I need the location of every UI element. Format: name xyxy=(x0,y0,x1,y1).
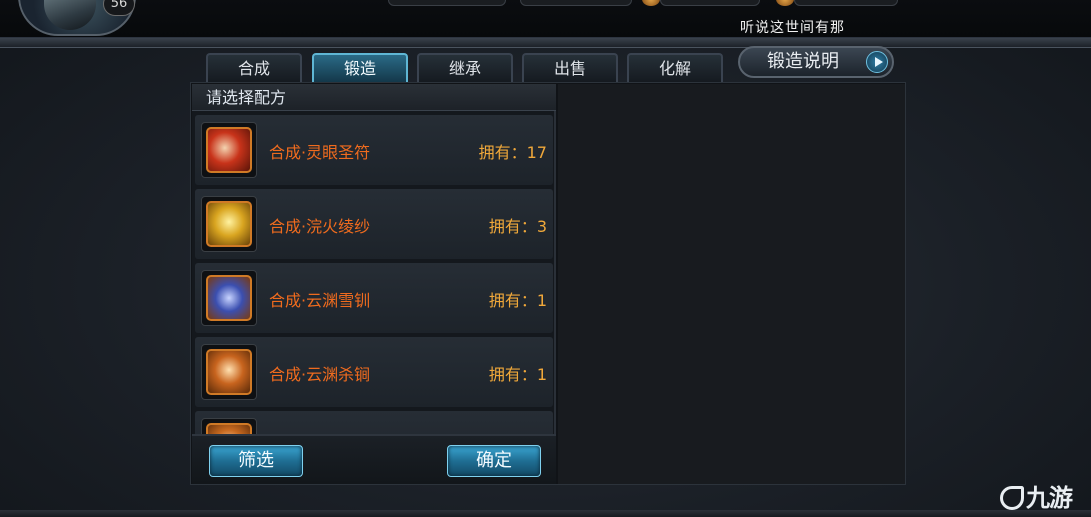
item-slot xyxy=(201,270,257,326)
resource-slot xyxy=(520,0,632,6)
recipe-name: 合成·灵眼圣符 xyxy=(269,143,371,162)
filter-button[interactable]: 筛选 xyxy=(209,445,303,477)
recipe-list-pane: 请选择配方 合成·灵眼圣符 拥有：17 合成·浣火绫纱 拥有：3 合成·云渊雪钏… xyxy=(192,84,556,484)
blue-scroll-icon xyxy=(206,275,252,321)
confirm-button[interactable]: 确定 xyxy=(447,445,541,477)
recipe-list-title: 请选择配方 xyxy=(192,84,556,111)
coin-icon xyxy=(642,0,660,6)
level-badge: 56 xyxy=(103,0,135,16)
watermark-text: 九游 xyxy=(1026,484,1073,512)
recipe-name: 合成·云渊杀锏 xyxy=(269,365,371,384)
recipe-item[interactable]: 合成·云渊杀锏 拥有：1 xyxy=(195,337,553,407)
gold-scroll-icon xyxy=(206,201,252,247)
recipe-item[interactable]: 合成·云渊雪钏 拥有：1 xyxy=(195,263,553,333)
tab-sell[interactable]: 出售 xyxy=(522,53,618,82)
header-divider xyxy=(0,38,1091,48)
forge-detail-pane xyxy=(558,84,905,484)
tab-synthesize[interactable]: 合成 xyxy=(206,53,302,82)
forge-panel: 请选择配方 合成·灵眼圣符 拥有：17 合成·浣火绫纱 拥有：3 合成·云渊雪钏… xyxy=(190,82,906,485)
watermark: 九游 xyxy=(1000,478,1073,513)
arrow-right-icon xyxy=(866,51,888,73)
item-slot xyxy=(201,418,257,434)
resource-slot xyxy=(660,0,760,6)
bottom-border xyxy=(0,510,1091,517)
tab-dissolve[interactable]: 化解 xyxy=(627,53,723,82)
recipe-actions: 筛选 确定 xyxy=(192,434,556,484)
top-hud: 56 听说这世间有那 xyxy=(0,0,1091,38)
red-talisman-icon xyxy=(206,127,252,173)
gold-ingot-icon xyxy=(776,0,794,6)
item-slot xyxy=(201,196,257,252)
recipe-list[interactable]: 合成·灵眼圣符 拥有：17 合成·浣火绫纱 拥有：3 合成·云渊雪钏 拥有：1 xyxy=(195,113,555,434)
recipe-item-partial[interactable] xyxy=(195,411,553,434)
orange-scroll-icon xyxy=(206,349,252,395)
resource-slot xyxy=(794,0,898,6)
tab-forge[interactable]: 锻造 xyxy=(312,53,408,82)
owned-count: 拥有：17 xyxy=(478,143,547,162)
owned-count: 拥有：1 xyxy=(488,365,547,384)
scrolling-notice: 听说这世间有那 xyxy=(740,20,845,36)
item-slot xyxy=(201,344,257,400)
forge-help-label: 锻造说明 xyxy=(767,51,839,72)
forge-help-button[interactable]: 锻造说明 xyxy=(738,46,894,78)
resource-slot xyxy=(388,0,506,6)
tab-inherit[interactable]: 继承 xyxy=(417,53,513,82)
scroll-icon xyxy=(206,423,252,434)
owned-count: 拥有：1 xyxy=(488,291,547,310)
recipe-item[interactable]: 合成·浣火绫纱 拥有：3 xyxy=(195,189,553,259)
recipe-name: 合成·云渊雪钏 xyxy=(269,291,371,310)
item-slot xyxy=(201,122,257,178)
owned-count: 拥有：3 xyxy=(488,217,547,236)
recipe-item[interactable]: 合成·灵眼圣符 拥有：17 xyxy=(195,115,553,185)
watermark-logo-icon xyxy=(1000,486,1024,510)
recipe-name: 合成·浣火绫纱 xyxy=(269,217,371,236)
